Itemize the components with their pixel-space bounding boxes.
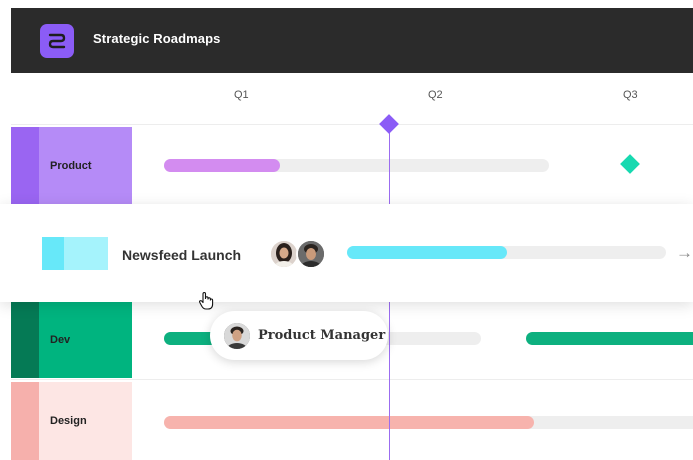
roadmap-item-card[interactable]: Newsfeed Launch → xyxy=(0,204,693,302)
dev-track-2[interactable] xyxy=(526,332,693,345)
item-track[interactable] xyxy=(347,246,666,259)
product-track[interactable] xyxy=(164,159,549,172)
lane-label-design[interactable]: Design xyxy=(11,382,132,460)
item-progress-fill xyxy=(347,246,507,259)
top-bar: Strategic Roadmaps xyxy=(11,8,693,73)
item-title: Newsfeed Launch xyxy=(122,247,242,263)
today-marker-diamond-icon[interactable] xyxy=(379,114,399,134)
product-progress-fill xyxy=(164,159,280,172)
lane-name: Product xyxy=(50,160,92,172)
lane-color-strip xyxy=(11,302,39,378)
design-track[interactable] xyxy=(164,416,693,429)
avatar xyxy=(222,321,252,351)
quarter-label-q2: Q2 xyxy=(428,89,443,101)
app-logo-icon[interactable] xyxy=(40,24,74,58)
tooltip-label: Product Manager xyxy=(258,328,386,343)
role-tooltip: Product Manager xyxy=(210,311,388,360)
arrow-right-icon[interactable]: → xyxy=(676,243,693,263)
lane-color-strip xyxy=(11,382,39,460)
item-color-swatch xyxy=(42,237,108,270)
avatar[interactable] xyxy=(269,239,299,269)
hand-pointer-cursor-icon xyxy=(198,291,214,316)
lane-name: Design xyxy=(50,415,87,427)
lane-color-strip xyxy=(11,127,39,205)
avatar[interactable] xyxy=(296,239,326,269)
design-progress-fill xyxy=(164,416,535,429)
lane-name: Dev xyxy=(50,334,71,346)
quarter-label-q1: Q1 xyxy=(234,89,249,101)
header-divider xyxy=(11,124,693,125)
lane-divider xyxy=(11,379,693,380)
quarter-label-q3: Q3 xyxy=(623,89,638,101)
lane-label-product[interactable]: Product xyxy=(11,127,132,205)
milestone-diamond-icon[interactable] xyxy=(620,154,640,174)
lane-label-dev[interactable]: Dev xyxy=(11,302,132,378)
app-title: Strategic Roadmaps xyxy=(93,31,221,46)
